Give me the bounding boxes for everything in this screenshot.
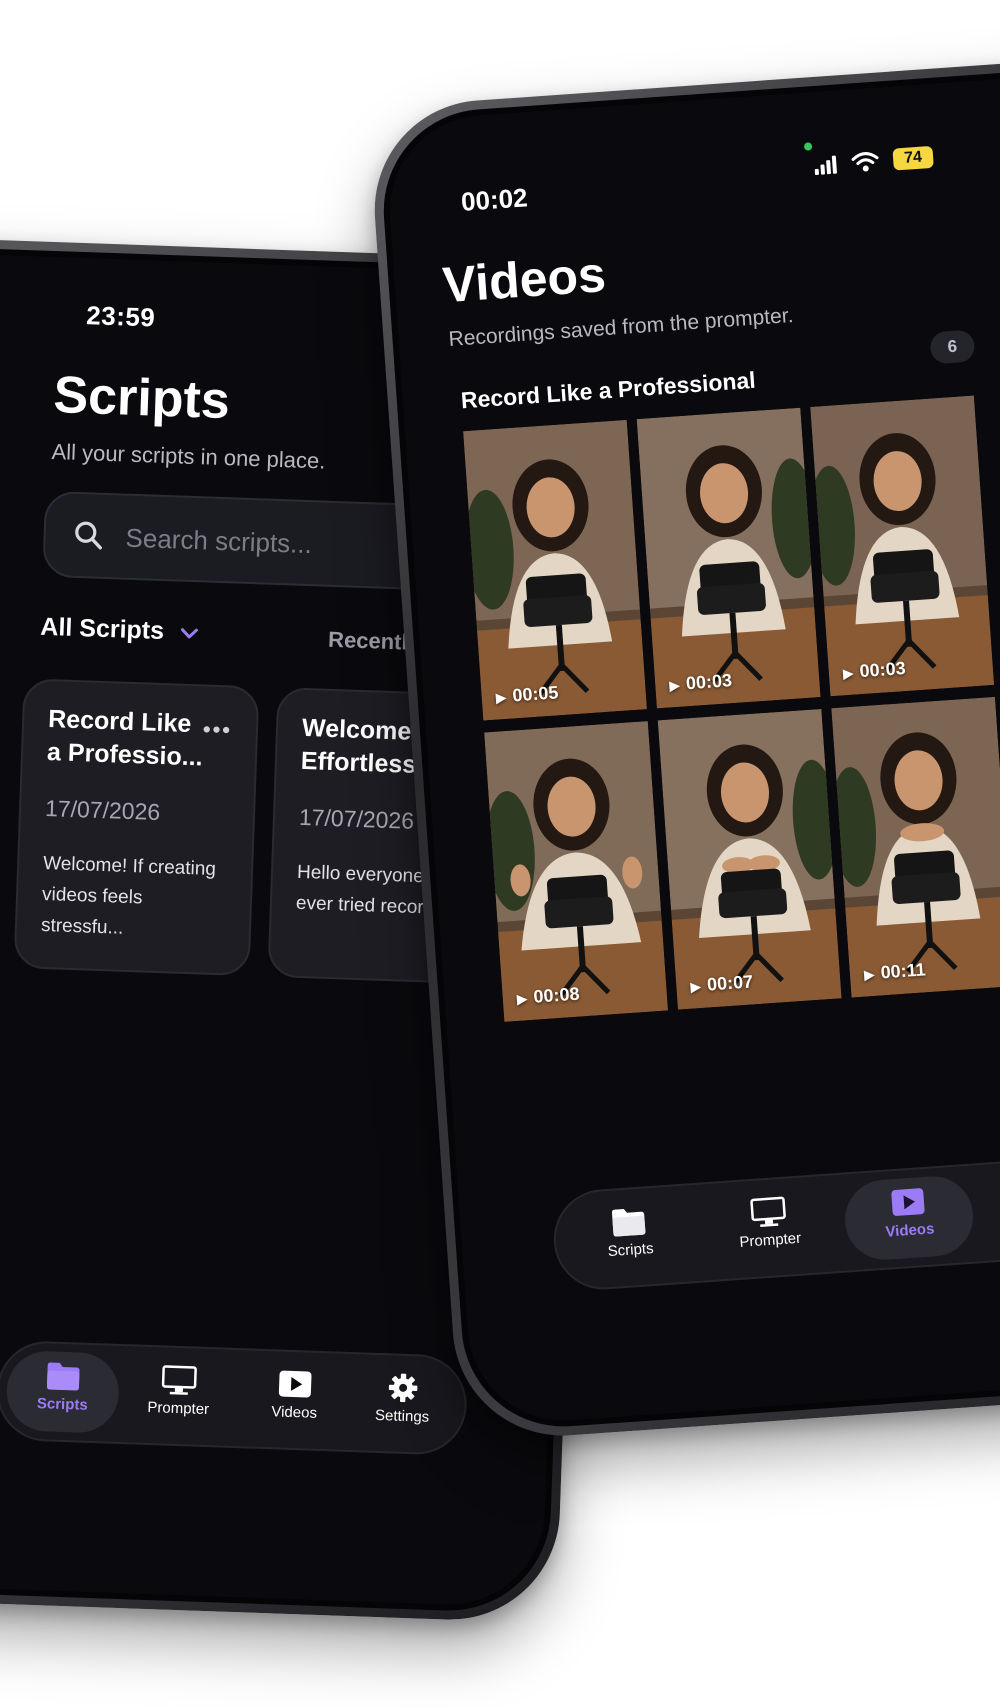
video-frame-image xyxy=(810,395,995,697)
play-icon: ▶ xyxy=(495,688,508,706)
folder-icon xyxy=(610,1204,648,1238)
duration-label: 00:07 xyxy=(706,971,754,995)
all-scripts-dropdown[interactable]: All Scripts xyxy=(40,613,200,648)
video-duration: ▶ 00:03 xyxy=(669,670,733,695)
card-date: 17/07/2026 xyxy=(44,795,161,826)
play-icon: ▶ xyxy=(863,965,876,983)
status-indicators: 74 xyxy=(803,132,966,183)
play-icon: ▶ xyxy=(668,676,681,694)
video-frame-image xyxy=(463,419,647,721)
card-preview: Welcome! If creating videos feels stress… xyxy=(40,852,217,939)
folder-icon xyxy=(45,1359,82,1392)
video-duration: ▶ 00:07 xyxy=(690,971,754,996)
video-thumbnail[interactable]: ▶ 00:05 xyxy=(463,419,647,721)
video-thumbnail[interactable]: ▶ 00:03 xyxy=(810,395,995,697)
tab-label: Settings xyxy=(374,1406,430,1426)
monitor-icon xyxy=(749,1195,787,1229)
privacy-dot-icon xyxy=(803,142,813,151)
video-thumbnail[interactable]: ▶ 00:11 xyxy=(831,696,1000,998)
page-subtitle: Recordings saved from the prompter. xyxy=(447,303,795,352)
tab-videos[interactable]: Videos xyxy=(842,1173,976,1263)
tab-label: Scripts xyxy=(36,1395,89,1414)
status-time: 23:59 xyxy=(85,300,156,333)
duration-label: 00:03 xyxy=(858,658,907,682)
play-icon xyxy=(889,1185,927,1219)
video-frame-image xyxy=(657,708,842,1010)
page-subtitle: All your scripts in one place. xyxy=(51,439,326,474)
video-frame-image xyxy=(831,696,1000,998)
tab-label: Videos xyxy=(271,1403,318,1422)
video-duration: ▶ 00:05 xyxy=(495,682,559,707)
video-thumbnail[interactable]: ▶ 00:08 xyxy=(484,721,668,1022)
tab-scripts[interactable]: Scripts xyxy=(5,1350,121,1434)
page-title: Scripts xyxy=(52,366,231,431)
tab-label: Videos xyxy=(884,1220,935,1241)
status-time: 00:02 xyxy=(460,182,529,217)
card-title: Record Like a Professio... xyxy=(46,705,204,772)
monitor-icon xyxy=(161,1363,198,1396)
battery-indicator: 74 xyxy=(892,145,934,171)
signal-icon xyxy=(813,155,839,182)
videos-screen: 00:02 74 Videos Recordings saved from th… xyxy=(376,60,1000,1434)
bottom-tab-bar: Scripts Prompter xyxy=(550,1153,1000,1293)
gear-icon xyxy=(385,1371,422,1404)
filter-label: All Scripts xyxy=(39,612,165,646)
play-icon xyxy=(277,1367,314,1400)
section-title: Record Like a Professional xyxy=(460,366,757,414)
play-icon: ▶ xyxy=(842,664,855,682)
video-grid: ▶ 00:05 ▶ 00:03 ▶ 00:03 ▶ 00:08 ▶ 00:07 … xyxy=(463,392,1000,1040)
chevron-down-icon xyxy=(178,618,199,648)
tab-label: Scripts xyxy=(607,1239,655,1261)
video-frame-image xyxy=(636,407,821,709)
tab-prompter[interactable]: Prompter xyxy=(703,1183,836,1272)
tab-label: Prompter xyxy=(738,1229,802,1251)
play-icon: ▶ xyxy=(689,978,702,995)
tab-videos[interactable]: Videos xyxy=(237,1358,352,1442)
tab-label: Prompter xyxy=(147,1398,210,1419)
script-card[interactable]: Record Like a Professio... ••• 17/07/202… xyxy=(13,678,260,977)
duration-label: 00:03 xyxy=(685,670,733,694)
tab-settings[interactable]: Se xyxy=(982,1164,1000,1253)
video-duration: ▶ 00:11 xyxy=(863,959,926,984)
page-title: Videos xyxy=(440,246,608,314)
more-options-icon[interactable]: ••• xyxy=(202,716,232,743)
video-frame-image xyxy=(484,721,668,1022)
tab-prompter[interactable]: Prompter xyxy=(121,1354,236,1438)
video-duration: ▶ 00:08 xyxy=(516,984,580,1009)
search-icon xyxy=(71,518,106,553)
duration-label: 00:05 xyxy=(511,682,560,706)
video-duration: ▶ 00:03 xyxy=(842,658,906,683)
video-thumbnail[interactable]: ▶ 00:03 xyxy=(636,407,821,709)
marketing-stage: 23:59 Scripts All your scripts in one pl… xyxy=(0,0,1000,1707)
bottom-tab-bar: Scripts Prompter xyxy=(0,1339,469,1457)
phone-videos: 00:02 74 Videos Recordings saved from th… xyxy=(367,51,1000,1443)
tab-settings[interactable]: Settings xyxy=(345,1362,460,1446)
wifi-icon xyxy=(851,150,881,179)
tab-scripts[interactable]: Scripts xyxy=(563,1193,696,1282)
duration-label: 00:08 xyxy=(532,983,581,1007)
video-count-badge: 6 xyxy=(929,329,976,365)
play-icon: ▶ xyxy=(516,990,529,1007)
video-thumbnail[interactable]: ▶ 00:07 xyxy=(657,708,842,1010)
duration-label: 00:11 xyxy=(879,959,927,983)
